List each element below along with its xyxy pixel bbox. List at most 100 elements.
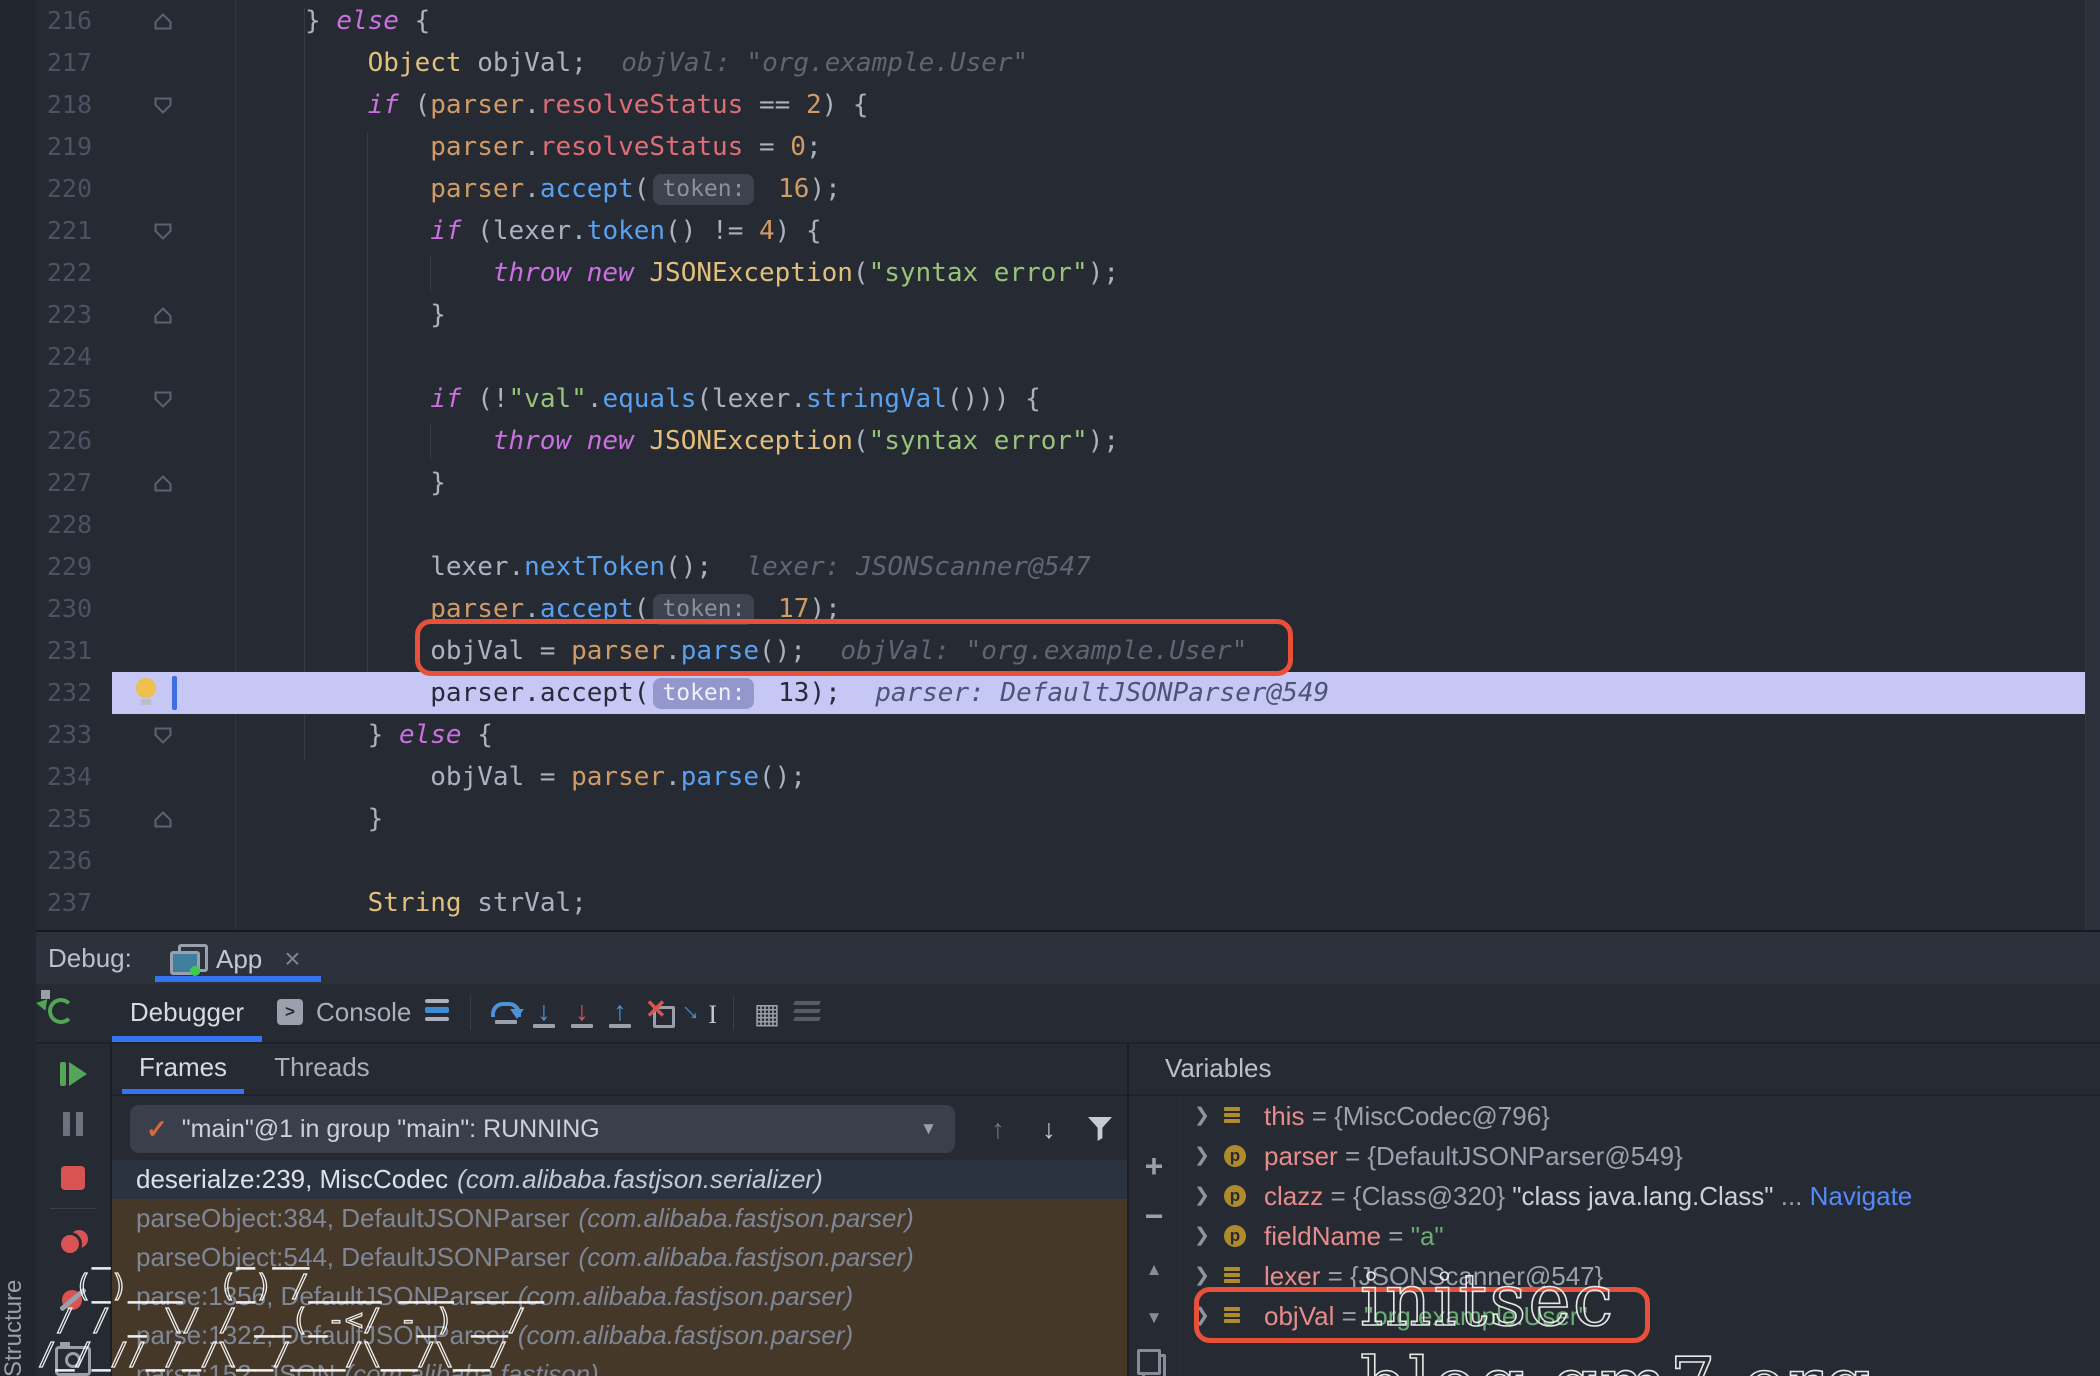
fold-marker-icon[interactable] (92, 84, 234, 126)
chevron-right-icon[interactable]: ❯ (1180, 1216, 1224, 1256)
fold-marker-icon[interactable] (92, 714, 234, 756)
code-token: parser (571, 636, 665, 666)
move-up-button[interactable]: ▲ (1129, 1260, 1179, 1280)
code-token: ( (634, 594, 650, 624)
code-line[interactable]: 234 objVal = parser.parse(); (0, 756, 2100, 798)
fold-marker-icon[interactable] (92, 294, 234, 336)
code-line[interactable]: 226 throw new JSONException("syntax erro… (0, 420, 2100, 462)
frames-list: deserialze:239, MiscCodec(com.alibaba.fa… (112, 1160, 1127, 1376)
code-line[interactable]: 237 String strVal; (0, 882, 2100, 924)
code-line[interactable]: 217 Object objVal;objVal: "org.example.U… (0, 42, 2100, 84)
variable-row[interactable]: ❯pparser = {DefaultJSONParser@549} (1180, 1136, 2100, 1176)
chevron-right-icon[interactable]: ❯ (1180, 1176, 1224, 1216)
pause-button[interactable] (36, 1112, 110, 1136)
code-line[interactable]: 221 if (lexer.token() != 4) { (0, 210, 2100, 252)
thread-dropdown[interactable]: ✓ "main"@1 in group "main": RUNNING ▼ (130, 1105, 955, 1153)
thread-dump-button[interactable] (36, 1346, 110, 1376)
lightbulb-icon[interactable] (136, 678, 156, 698)
variable-row[interactable]: ❯pclazz = {Class@320} "class java.lang.C… (1180, 1176, 2100, 1216)
code-line[interactable]: 229 lexer.nextToken();lexer: JSONScanner… (0, 546, 2100, 588)
tab-frames-label: Frames (139, 1052, 227, 1082)
variable-row[interactable]: ❯lexer = {JSONScanner@547} (1180, 1256, 2100, 1296)
code-line[interactable]: 222 throw new JSONException("syntax erro… (0, 252, 2100, 294)
frames-panel: Frames Threads ✓ "main"@1 in group "main… (110, 1042, 1129, 1376)
tab-frames[interactable]: Frames (128, 1042, 238, 1092)
code-line[interactable]: 233 } else { (0, 714, 2100, 756)
code-editor[interactable]: 216} else {217 Object objVal;objVal: "or… (0, 0, 2100, 930)
previous-frame-button[interactable]: ↑ (976, 1105, 1020, 1153)
force-step-into-button[interactable]: ↓ (563, 990, 601, 1036)
fold-marker-icon[interactable] (92, 378, 234, 420)
variable-row[interactable]: ❯this = {MiscCodec@796} (1180, 1096, 2100, 1136)
chevron-right-icon[interactable]: ❯ (1180, 1136, 1224, 1176)
stack-frame-row[interactable]: parseObject:384, DefaultJSONParser(com.a… (112, 1199, 1127, 1238)
code-line[interactable]: 220 parser.accept(token: 16); (0, 168, 2100, 210)
navigate-link[interactable]: Navigate (1810, 1176, 1913, 1216)
resume-button[interactable] (36, 1062, 110, 1086)
tab-debugger[interactable]: Debugger (112, 984, 262, 1040)
code-line[interactable]: 228 (0, 504, 2100, 546)
step-into-button[interactable]: ↓ (525, 990, 563, 1036)
move-down-button[interactable]: ▼ (1129, 1308, 1179, 1328)
stack-frame-row[interactable]: parseObject:544, DefaultJSONParser(com.a… (112, 1238, 1127, 1277)
mute-breakpoints-button[interactable] (36, 1286, 110, 1314)
code-line[interactable]: 216} else { (0, 0, 2100, 42)
variable-row[interactable]: ❯objVal = "org.example.User" (1180, 1296, 2100, 1336)
code-line[interactable]: 218 if (parser.resolveStatus == 2) { (0, 84, 2100, 126)
code-token: } (305, 6, 336, 36)
stack-frame-row[interactable]: deserialze:239, MiscCodec(com.alibaba.fa… (112, 1160, 1127, 1199)
chevron-right-icon[interactable]: ❯ (1180, 1256, 1224, 1296)
fold-marker-icon[interactable] (92, 0, 234, 42)
code-line[interactable]: 225 if (!"val".equals(lexer.stringVal())… (0, 378, 2100, 420)
drop-frame-button[interactable]: ✕ (641, 990, 679, 1036)
evaluate-expression-button[interactable]: ▦ (748, 990, 786, 1036)
next-frame-button[interactable]: ↓ (1027, 1105, 1071, 1153)
console-icon: > (277, 999, 303, 1025)
debug-toolbar: Debugger > Console ↓ ↓ ↑ ✕ (0, 984, 2100, 1044)
structure-stripe-button[interactable]: Structure (0, 1268, 36, 1376)
code-line[interactable]: 227 } (0, 462, 2100, 504)
code-line[interactable]: 223 } (0, 294, 2100, 336)
code-token: parser (430, 594, 524, 624)
fold-marker-icon[interactable] (92, 462, 234, 504)
add-watch-button[interactable]: + (1129, 1148, 1179, 1185)
hide-library-frames-button[interactable] (1078, 1105, 1122, 1153)
code-token: if (430, 384, 461, 414)
code-line[interactable]: 235 } (0, 798, 2100, 840)
code-token: . (790, 384, 806, 414)
stack-frame-row[interactable]: parse:152, JSON(com.alibaba.fastjson) (112, 1355, 1127, 1376)
code-text: } else { (305, 720, 493, 750)
code-token: { (399, 6, 430, 36)
code-line[interactable]: 236 (0, 840, 2100, 882)
stack-frame-row[interactable]: parse:1322, DefaultJSONParser(com.alibab… (112, 1316, 1127, 1355)
code-line[interactable]: 232 parser.accept(token: 13);parser: Def… (0, 672, 2100, 714)
copy-stack-button[interactable] (1129, 1354, 1179, 1376)
stop-button[interactable] (36, 1166, 110, 1190)
tab-threads[interactable]: Threads (262, 1042, 382, 1092)
step-out-button[interactable]: ↑ (601, 990, 639, 1036)
code-token: "syntax error" (869, 426, 1088, 456)
code-line[interactable]: 224 (0, 336, 2100, 378)
variable-row[interactable]: ❯pfieldName = "a" (1180, 1216, 2100, 1256)
editor-scrollbar[interactable] (2085, 0, 2100, 930)
tab-console[interactable]: > Console (277, 984, 411, 1040)
view-breakpoints-button[interactable] (36, 1230, 110, 1256)
variable-name: lexer (1264, 1256, 1320, 1296)
code-line[interactable]: 219 parser.resolveStatus = 0; (0, 126, 2100, 168)
chevron-right-icon[interactable]: ❯ (1180, 1296, 1224, 1336)
fold-marker-icon[interactable] (92, 210, 234, 252)
fold-marker-icon[interactable] (92, 798, 234, 840)
step-over-button[interactable] (487, 990, 525, 1036)
trace-stream-button[interactable] (788, 990, 826, 1036)
stack-frame-row[interactable]: parse:1356, DefaultJSONParser(com.alibab… (112, 1277, 1127, 1316)
code-line[interactable]: 231 objVal = parser.parse();objVal: "org… (0, 630, 2100, 672)
remove-watch-button[interactable]: − (1129, 1198, 1179, 1235)
code-line[interactable]: 230 parser.accept(token: 17); (0, 588, 2100, 630)
close-icon[interactable]: × (284, 943, 300, 975)
layout-settings-icon[interactable] (425, 999, 449, 1025)
code-text: } (305, 300, 446, 330)
code-token: JSONException (649, 258, 853, 288)
code-text: parser.accept(token: 13);parser: Default… (305, 678, 1329, 708)
run-to-cursor-button[interactable]: ↓I (681, 990, 719, 1036)
chevron-right-icon[interactable]: ❯ (1180, 1096, 1224, 1136)
